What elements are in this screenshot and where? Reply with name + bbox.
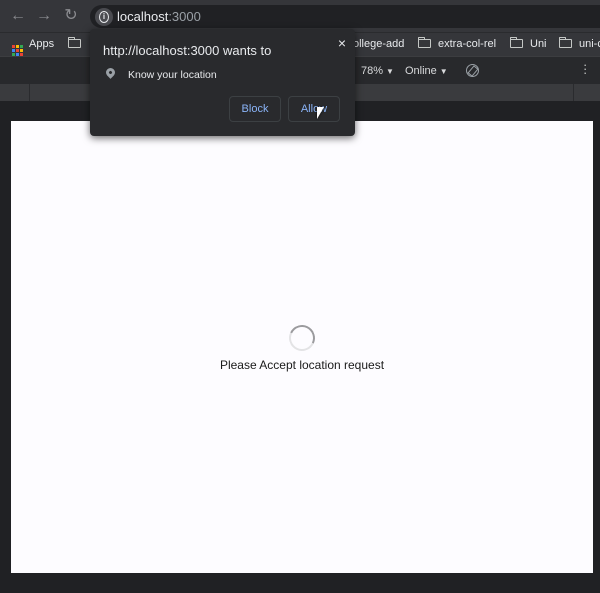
- ruler-segment[interactable]: [0, 84, 30, 101]
- site-info-icon[interactable]: i: [95, 8, 113, 26]
- zoom-select[interactable]: 78% ▼: [361, 65, 394, 77]
- more-options-icon[interactable]: · · ·: [583, 58, 589, 79]
- url-host: localhost: [117, 9, 169, 24]
- url-text[interactable]: localhost:3000: [117, 9, 201, 24]
- apps-grid-icon: [12, 45, 23, 56]
- url-port: :3000: [168, 9, 201, 24]
- bookmark-label: extra-col-rel: [438, 38, 497, 50]
- rotate-icon[interactable]: [466, 64, 479, 77]
- caret-down-icon: ▼: [439, 67, 448, 76]
- location-pin-icon: [104, 66, 117, 79]
- page-viewport: Please Accept location request: [11, 121, 593, 573]
- bookmark-folder-hidden[interactable]: [68, 37, 88, 50]
- folder-icon: [68, 37, 81, 48]
- bookmark-label: ollege-add: [353, 38, 405, 50]
- caret-down-icon: ▼: [386, 67, 394, 76]
- network-value: Online: [405, 65, 437, 77]
- navigation-bar: ← → ↻ i localhost:3000: [0, 0, 600, 32]
- forward-icon[interactable]: →: [34, 6, 54, 26]
- bookmark-folder-extra-col-rel[interactable]: extra-col-rel: [418, 37, 497, 50]
- zoom-value: 78%: [361, 65, 384, 77]
- reload-icon[interactable]: ↻: [61, 6, 81, 26]
- bookmark-apps[interactable]: Apps: [12, 38, 54, 56]
- folder-icon: [418, 37, 431, 48]
- browser-window: ← → ↻ i localhost:3000 Apps ollege-add e…: [0, 0, 600, 593]
- permission-text: Know your location: [128, 69, 217, 81]
- bookmark-apps-label: Apps: [29, 38, 55, 50]
- close-icon[interactable]: ×: [338, 35, 346, 51]
- ruler-segment[interactable]: [480, 84, 574, 101]
- status-message: Please Accept location request: [219, 358, 385, 372]
- address-bar[interactable]: i localhost:3000: [90, 5, 600, 28]
- bookmark-folder-uni[interactable]: Uni: [510, 37, 547, 50]
- bookmark-folder-uni-c[interactable]: uni-c: [559, 37, 600, 50]
- bookmark-folder-college-add[interactable]: ollege-add: [353, 38, 404, 50]
- mouse-cursor-icon: [317, 107, 324, 119]
- folder-icon: [559, 37, 572, 48]
- folder-icon: [510, 37, 523, 48]
- loading-spinner-icon: [285, 321, 319, 355]
- block-button[interactable]: Block: [229, 96, 281, 122]
- network-throttle-select[interactable]: Online ▼: [405, 65, 448, 77]
- bookmark-label: Uni: [530, 38, 547, 50]
- bookmark-label: uni-c: [579, 38, 600, 50]
- allow-button[interactable]: Allow: [288, 96, 340, 122]
- back-icon[interactable]: ←: [8, 6, 28, 26]
- location-permission-dialog: http://localhost:3000 wants to × Know yo…: [90, 29, 355, 136]
- dialog-title: http://localhost:3000 wants to: [103, 43, 272, 58]
